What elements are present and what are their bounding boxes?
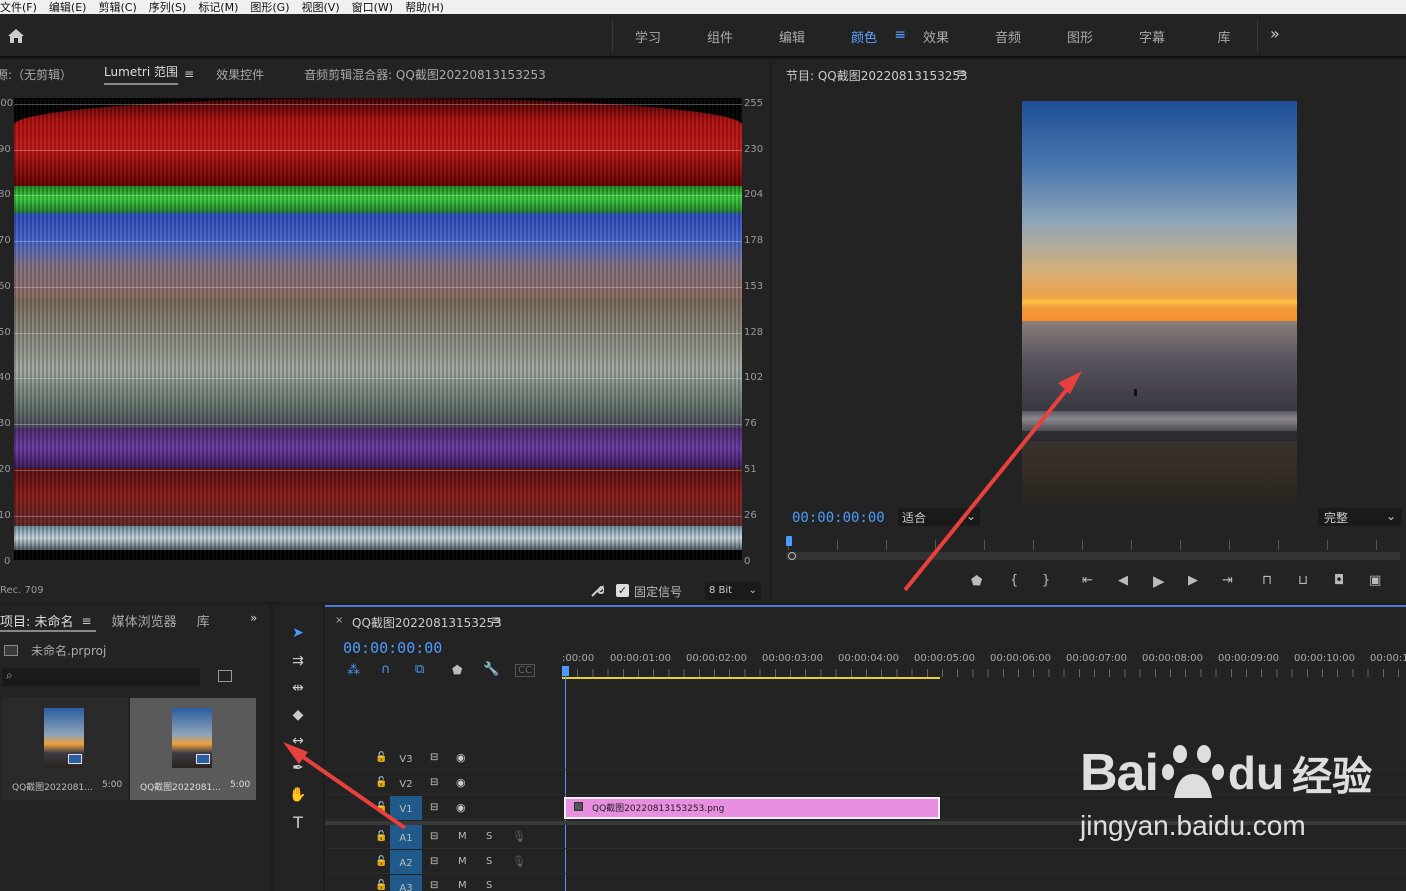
annotation-arrow-line-2 — [291, 748, 407, 830]
watermark-url: jingyan.baidu.com — [1080, 810, 1306, 841]
annotation-arrow-head-2 — [283, 742, 308, 764]
annotation-arrow-line-1 — [903, 381, 1074, 592]
baidu-watermark: Bai du 经验 jingyan.baidu.com — [1080, 740, 1372, 842]
watermark-cn: 经验 — [1292, 755, 1373, 799]
watermark-brand: Bai — [1080, 744, 1159, 802]
premiere-window: 文件(F) 编辑(E) 剪辑(C) 序列(S) 标记(M) 图形(G) 视图(V… — [0, 0, 1406, 891]
baidu-paw-icon — [1161, 745, 1224, 798]
watermark-brand-suffix: du — [1227, 747, 1285, 799]
annotation-arrow-head-1 — [1058, 371, 1082, 394]
